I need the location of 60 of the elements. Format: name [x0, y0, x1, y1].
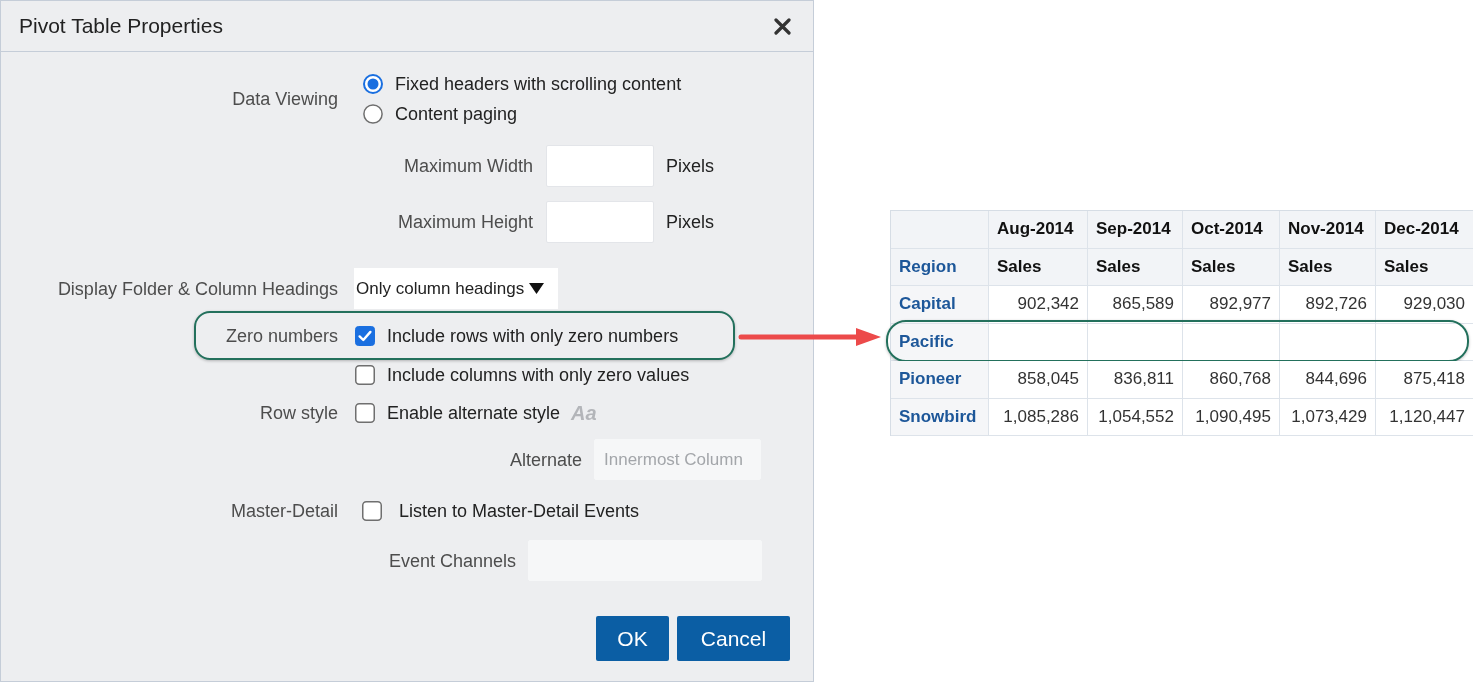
- measure-header: Sales: [1088, 248, 1183, 286]
- table-cell: 1,054,552: [1088, 398, 1183, 436]
- measure-header: Sales: [1183, 248, 1280, 286]
- dialog-title: Pivot Table Properties: [19, 14, 223, 38]
- row-header: Snowbird: [891, 398, 989, 436]
- checkbox-label: Enable alternate style: [387, 402, 561, 424]
- field-label: Display Folder & Column Headings: [56, 277, 338, 301]
- field-label: Maximum Width: [403, 155, 533, 177]
- table-cell: 1,090,495: [1183, 398, 1280, 436]
- field-label: Zero numbers: [224, 325, 338, 348]
- measure-header: Sales: [989, 248, 1088, 286]
- row-header: Pioneer: [891, 361, 989, 399]
- checkbox[interactable]: [355, 326, 375, 346]
- checkbox-label: Include columns with only zero values: [387, 364, 690, 386]
- table-cell: 858,045: [989, 361, 1088, 399]
- cancel-button[interactable]: Cancel: [677, 616, 790, 661]
- input-field[interactable]: [546, 145, 654, 187]
- table-cell: 892,977: [1183, 286, 1280, 324]
- column-header: Nov-2014: [1280, 211, 1376, 249]
- input-field[interactable]: [546, 201, 654, 243]
- field-label: Data Viewing: [231, 88, 338, 111]
- checkbox-label: Listen to Master-Detail Events: [399, 500, 640, 522]
- table-cell: 860,768: [1183, 361, 1280, 399]
- checkbox[interactable]: [355, 403, 375, 423]
- row-header-title: Region: [891, 248, 989, 286]
- radio-button[interactable]: [363, 104, 383, 124]
- unit-label: Pixels: [666, 211, 714, 233]
- table-cell: 836,811: [1088, 361, 1183, 399]
- table-cell: 892,726: [1280, 286, 1376, 324]
- field-label: Row style: [258, 402, 338, 425]
- row-header: Pacific: [891, 323, 989, 361]
- column-header: Aug-2014: [989, 211, 1088, 249]
- checkbox-label: Include rows with only zero numbers: [387, 325, 679, 347]
- checkbox[interactable]: [355, 365, 375, 385]
- caret-icon: [529, 283, 545, 294]
- measure-header: Sales: [1280, 248, 1376, 286]
- table-cell: 1,073,429: [1280, 398, 1376, 436]
- table-cell: 865,589: [1088, 286, 1183, 324]
- measure-header: Sales: [1376, 248, 1473, 286]
- column-header: Dec-2014: [1376, 211, 1473, 249]
- dropdown[interactable]: Only column headings: [354, 268, 558, 309]
- column-header: Oct-2014: [1183, 211, 1280, 249]
- close-button[interactable]: [774, 17, 791, 35]
- unit-label: Pixels: [666, 155, 714, 177]
- column-header: Sep-2014: [1088, 211, 1183, 249]
- checkbox[interactable]: [362, 501, 382, 521]
- table-cell: 844,696: [1280, 361, 1376, 399]
- table-cell: 875,418: [1376, 361, 1473, 399]
- table-cell: 902,342: [989, 286, 1088, 324]
- field-label: Alternate: [509, 448, 582, 472]
- radio-label: Fixed headers with scrolling content: [395, 73, 682, 95]
- field-label: Master-Detail: [229, 500, 338, 523]
- ok-button[interactable]: OK: [596, 616, 669, 661]
- radio-label: Content paging: [395, 103, 518, 125]
- field-label: Maximum Height: [396, 211, 533, 233]
- radio-button[interactable]: [363, 74, 383, 94]
- close-icon: [774, 17, 791, 35]
- row-header: Capital: [891, 286, 989, 324]
- field-label: Event Channels: [388, 549, 516, 573]
- table-cell: 1,085,286: [989, 398, 1088, 436]
